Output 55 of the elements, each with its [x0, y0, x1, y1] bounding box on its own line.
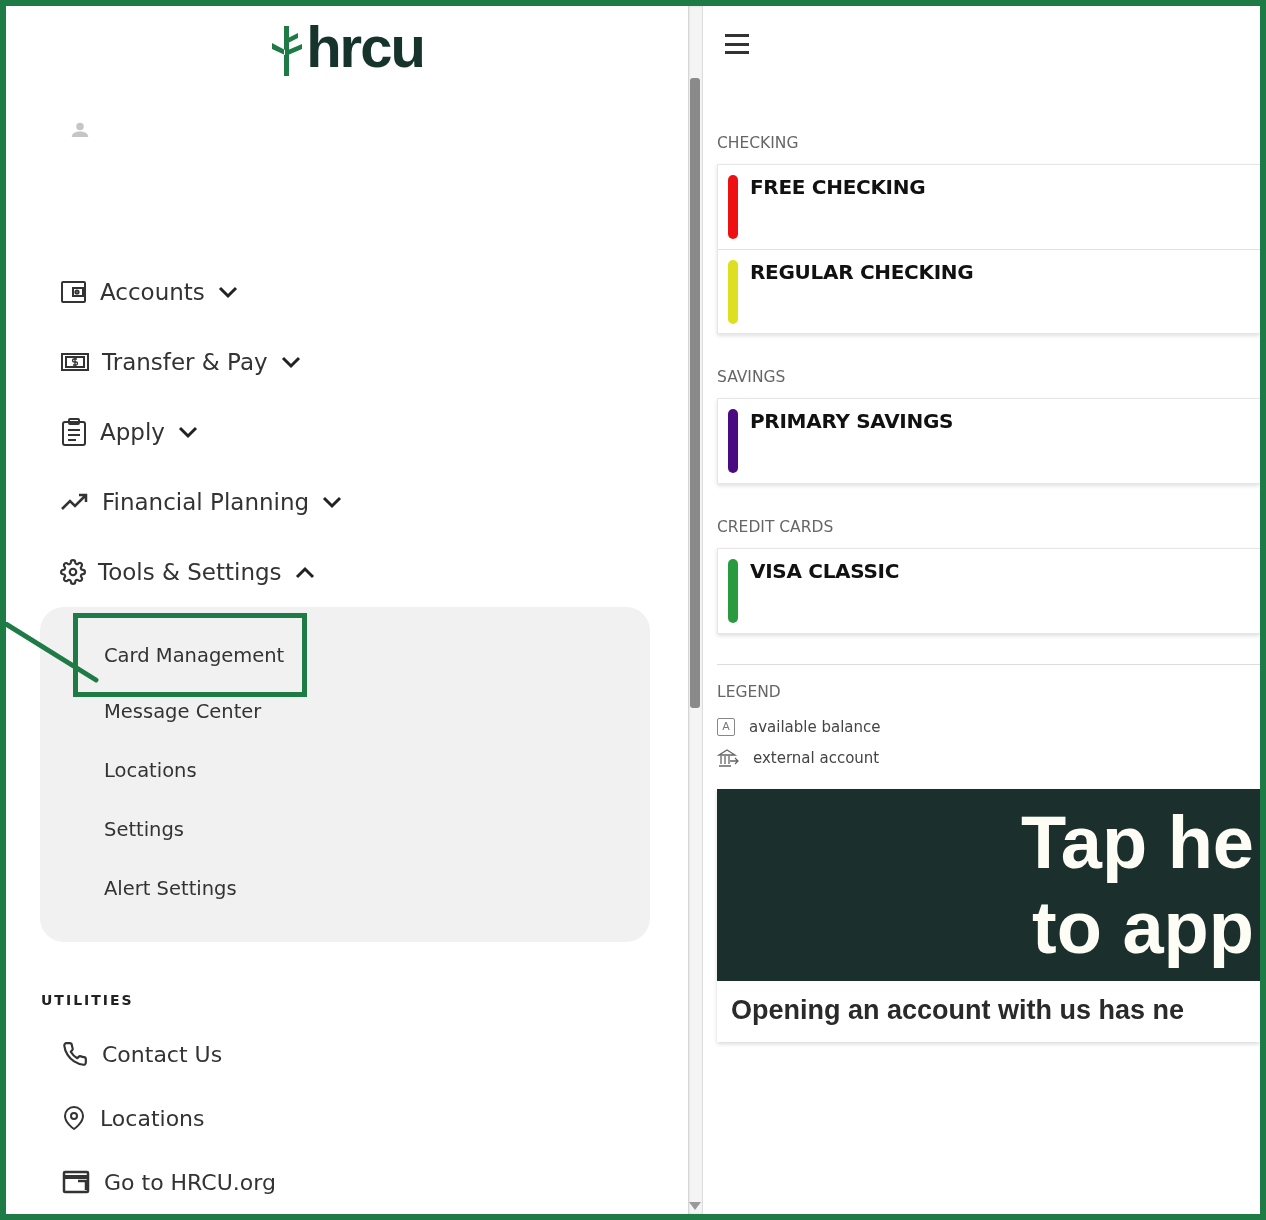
submenu-item[interactable]: Card Management [73, 613, 308, 697]
nav-label: Transfer & Pay [102, 349, 268, 375]
nav-label: Apply [100, 419, 165, 445]
logo[interactable]: hrcu [270, 18, 424, 76]
section-heading: UTILITIES [41, 992, 135, 1008]
caret-down-icon [321, 495, 344, 509]
submenu-item[interactable]: Locations [104, 741, 197, 800]
menu-button[interactable] [725, 34, 749, 54]
browser-window-icon [62, 1170, 90, 1194]
submenu-item[interactable]: Settings [104, 800, 184, 859]
wallet-icon [60, 279, 88, 305]
nav-item[interactable]: Financial Planning [60, 467, 344, 537]
nav-item[interactable]: Transfer & Pay [60, 327, 302, 397]
account-row[interactable]: REGULAR CHECKING [718, 249, 1260, 333]
location-pin-icon [62, 1106, 86, 1130]
nav-label: Tools & Settings [98, 559, 282, 585]
banknote-icon [60, 351, 90, 373]
phone-icon [62, 1041, 88, 1067]
account-row[interactable]: PRIMARY SAVINGS [718, 399, 1260, 483]
legend-label: external account [753, 748, 880, 767]
utility-link[interactable]: Contact Us [62, 1022, 223, 1086]
caret-down-icon [176, 425, 199, 439]
utility-label: Locations [100, 1105, 205, 1131]
group-heading: SAVINGS [717, 368, 787, 386]
bank-icon [717, 747, 739, 768]
account-row[interactable]: VISA CLASSIC [718, 549, 1260, 633]
nav-label: Financial Planning [102, 489, 310, 515]
caret-down-icon [216, 285, 239, 299]
banner-headline: to app [1032, 885, 1254, 971]
nav-item[interactable]: Apply [60, 397, 199, 467]
account-row[interactable]: FREE CHECKING [718, 165, 1260, 249]
leaf-icon [270, 24, 305, 76]
caret-down-icon [279, 355, 302, 369]
banner-caption: Opening an account with us has ne [730, 994, 1186, 1027]
utility-label: Go to HRCU.org [104, 1169, 276, 1195]
legend-heading: LEGEND [717, 683, 782, 701]
banner-headline: Tap he [1021, 799, 1254, 885]
scrollbar[interactable] [688, 6, 702, 1214]
scrollbar-thumb[interactable] [690, 78, 700, 708]
utility-link[interactable]: Go to HRCU.org [62, 1150, 276, 1214]
submenu-item[interactable]: Alert Settings [104, 859, 237, 918]
trend-up-icon [60, 492, 90, 512]
available-balance-icon: A [717, 717, 735, 736]
settings-icon [60, 559, 86, 585]
nav-item[interactable]: Accounts [60, 257, 239, 327]
group-heading: CHECKING [717, 134, 800, 152]
nav-item[interactable]: Tools & Settings [60, 537, 316, 607]
caret-up-icon [293, 565, 316, 579]
group-heading: CREDIT CARDS [717, 518, 835, 536]
utility-link[interactable]: Locations [62, 1086, 205, 1150]
utility-label: Contact Us [102, 1041, 223, 1067]
clipboard-icon [60, 417, 88, 447]
legend-label: available balance [749, 717, 881, 736]
nav-label: Accounts [100, 279, 205, 305]
scroll-down-icon[interactable] [689, 1202, 701, 1210]
